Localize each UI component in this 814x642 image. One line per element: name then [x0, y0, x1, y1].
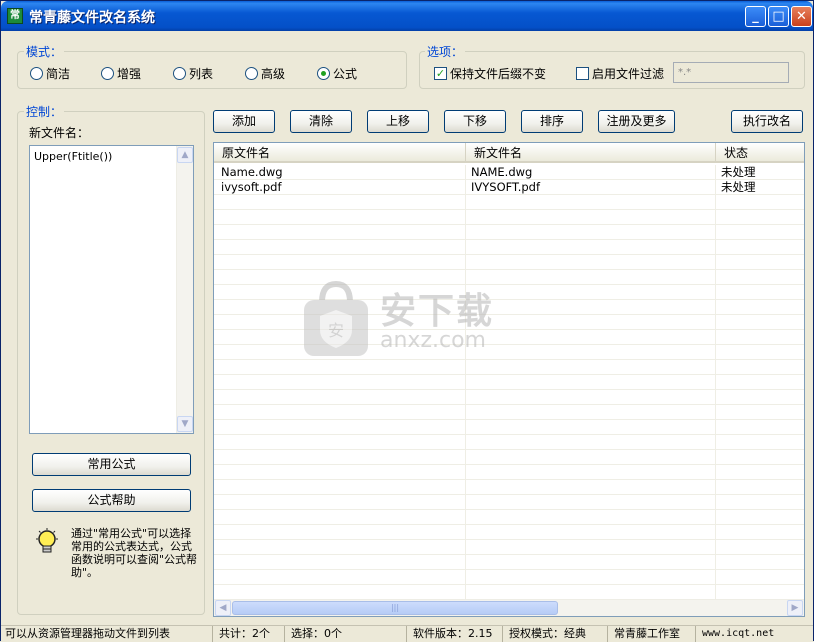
- scroll-thumb[interactable]: |||: [232, 601, 558, 615]
- mode-radio-enhanced[interactable]: 增强: [101, 65, 141, 82]
- radio-button-icon: [30, 67, 43, 80]
- file-list-rows: Name.dwg NAME.dwg 未处理 ivysoft.pdf IVYSOF…: [214, 165, 804, 585]
- cell-new: NAME.dwg: [471, 165, 533, 179]
- empty-row: [214, 240, 804, 255]
- mode-legend: 模式：: [24, 43, 65, 60]
- window-title: 常青藤文件改名系统: [29, 10, 155, 26]
- add-button[interactable]: 添加: [213, 110, 275, 133]
- tip-text: 通过"常用公式"可以选择常用的公式表达式，公式函数说明可以查阅"公式帮助"。: [71, 527, 198, 579]
- app-icon[interactable]: 常: [7, 8, 23, 24]
- minimize-button[interactable]: _: [745, 6, 766, 27]
- mode-radio-simple[interactable]: 简洁: [30, 65, 70, 82]
- execute-rename-button[interactable]: 执行改名: [731, 110, 803, 133]
- empty-row: [214, 195, 804, 210]
- shield-glyph: 安: [328, 321, 344, 340]
- radio-label: 增强: [117, 67, 142, 81]
- cell-status: 未处理: [721, 165, 756, 179]
- column-header-new[interactable]: 新文件名: [466, 143, 716, 163]
- empty-row: [214, 405, 804, 420]
- table-row[interactable]: ivysoft.pdf IVYSOFT.pdf 未处理: [214, 180, 804, 195]
- status-total: 共计：2个: [212, 626, 270, 642]
- empty-row: [214, 210, 804, 225]
- empty-row: [214, 375, 804, 390]
- file-list[interactable]: 原文件名 新文件名 状态 Name.dwg NAME.dwg 未处理 ivyso…: [213, 142, 805, 617]
- scroll-down-icon[interactable]: ▼: [177, 416, 193, 432]
- checkbox-label: 启用文件过滤: [592, 67, 665, 81]
- status-studio: 常青藤工作室: [607, 626, 680, 642]
- empty-row: [214, 450, 804, 465]
- empty-row: [214, 435, 804, 450]
- radio-label: 简洁: [46, 67, 71, 81]
- mode-radio-formula[interactable]: 公式: [317, 65, 357, 82]
- radio-label: 高级: [261, 67, 286, 81]
- empty-row: [214, 540, 804, 555]
- shield-bag-icon: 安: [304, 280, 368, 356]
- scroll-left-icon[interactable]: ◀: [215, 600, 231, 616]
- mode-radio-list[interactable]: 列表: [173, 65, 213, 82]
- status-version: 软件版本：2.15: [406, 626, 493, 642]
- status-bar: 可以从资源管理器拖动文件到列表 共计：2个 选择：0个 软件版本：2.15 授权…: [1, 625, 813, 642]
- radio-button-icon: [245, 67, 258, 80]
- table-row[interactable]: Name.dwg NAME.dwg 未处理: [214, 165, 804, 180]
- watermark-text-cn: 安下载: [380, 291, 495, 332]
- register-more-button[interactable]: 注册及更多: [598, 110, 675, 133]
- move-down-button[interactable]: 下移: [444, 110, 506, 133]
- radio-label: 列表: [189, 67, 214, 81]
- mode-radio-advanced[interactable]: 高级: [245, 65, 285, 82]
- cell-original: ivysoft.pdf: [221, 180, 282, 194]
- empty-row: [214, 480, 804, 495]
- filter-input[interactable]: [673, 62, 789, 83]
- keep-extension-checkbox[interactable]: ✓ 保持文件后缀不变: [434, 65, 546, 82]
- empty-row: [214, 555, 804, 570]
- title-bar[interactable]: 常 常青藤文件改名系统 _ □ ✕: [1, 1, 813, 31]
- cell-status: 未处理: [721, 180, 756, 194]
- cell-original: Name.dwg: [221, 165, 283, 179]
- empty-row: [214, 570, 804, 585]
- status-license: 授权模式：经典: [502, 626, 586, 642]
- empty-row: [214, 255, 804, 270]
- new-name-label: 新文件名：: [29, 126, 90, 140]
- control-legend: 控制：: [24, 103, 65, 120]
- empty-row: [214, 390, 804, 405]
- formula-scrollbar[interactable]: ▲ ▼: [176, 146, 193, 433]
- app-window: 常 常青藤文件改名系统 _ □ ✕ 模式： 简洁 增强 列表 高级 公式 选项：…: [0, 0, 814, 642]
- empty-row: [214, 510, 804, 525]
- move-up-button[interactable]: 上移: [367, 110, 429, 133]
- radio-button-selected-icon: [317, 67, 330, 80]
- clear-button[interactable]: 清除: [290, 110, 352, 133]
- empty-row: [214, 420, 804, 435]
- radio-button-icon: [173, 67, 186, 80]
- sort-button[interactable]: 排序: [521, 110, 583, 133]
- status-website[interactable]: www.icqt.net: [695, 626, 774, 642]
- scroll-right-icon[interactable]: ▶: [787, 600, 803, 616]
- formula-help-button[interactable]: 公式帮助: [32, 489, 191, 512]
- empty-row: [214, 495, 804, 510]
- checkbox-checked-icon: ✓: [434, 67, 447, 80]
- column-header-original[interactable]: 原文件名: [214, 143, 466, 163]
- column-header-status[interactable]: 状态: [716, 143, 804, 163]
- file-list-hscrollbar[interactable]: ◀ ||| ▶: [214, 599, 804, 616]
- radio-button-icon: [101, 67, 114, 80]
- status-selected: 选择：0个: [284, 626, 342, 642]
- status-hint: 可以从资源管理器拖动文件到列表: [5, 627, 170, 640]
- options-legend: 选项：: [425, 43, 466, 60]
- scroll-up-icon[interactable]: ▲: [177, 147, 193, 163]
- formula-textarea[interactable]: Upper(Ftitle()) ▲ ▼: [29, 145, 194, 434]
- watermark-text-en: anxz.com: [380, 328, 486, 353]
- radio-label: 公式: [333, 67, 358, 81]
- maximize-button[interactable]: □: [768, 6, 789, 27]
- empty-row: [214, 225, 804, 240]
- checkbox-label: 保持文件后缀不变: [450, 67, 547, 81]
- enable-filter-checkbox[interactable]: 启用文件过滤: [576, 65, 664, 82]
- empty-row: [214, 465, 804, 480]
- file-list-header: 原文件名 新文件名 状态: [214, 143, 804, 163]
- close-button[interactable]: ✕: [791, 6, 812, 27]
- formula-text: Upper(Ftitle()): [34, 150, 113, 163]
- checkbox-unchecked-icon: [576, 67, 589, 80]
- watermark: 安 安下载 anxz.com: [300, 280, 492, 363]
- common-formula-button[interactable]: 常用公式: [32, 453, 191, 476]
- lightbulb-icon: [36, 528, 58, 553]
- cell-new: IVYSOFT.pdf: [471, 180, 541, 194]
- empty-row: [214, 525, 804, 540]
